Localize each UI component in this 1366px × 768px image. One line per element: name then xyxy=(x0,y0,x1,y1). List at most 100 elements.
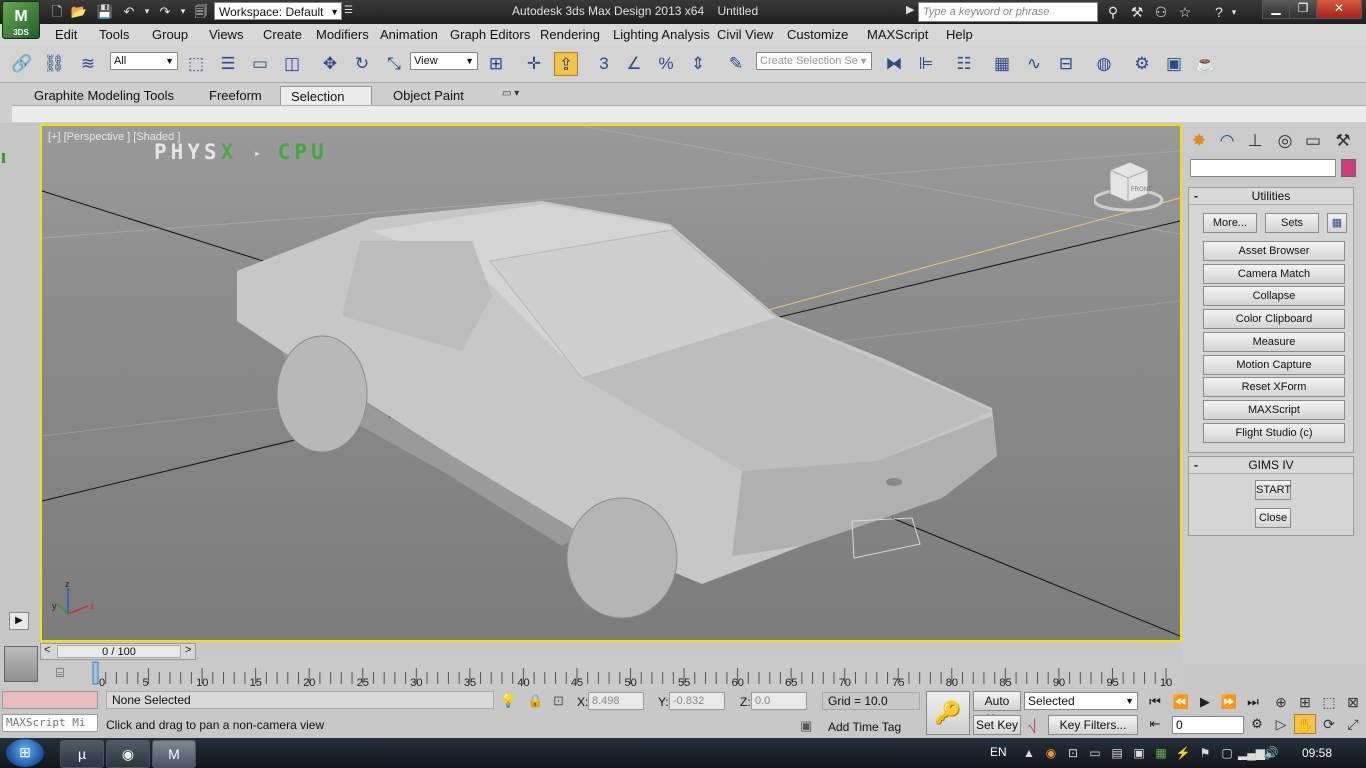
rendered-frame-window-icon[interactable]: ▣ xyxy=(1162,52,1186,76)
y-coord-field[interactable]: -0.832 xyxy=(669,692,725,710)
utilities-tab-icon[interactable]: ⚒ xyxy=(1330,128,1356,154)
select-and-scale-icon[interactable]: ⤡ xyxy=(382,52,406,76)
z-coord-field[interactable]: 0.0 xyxy=(751,692,807,710)
minimize-window-icon[interactable]: ▁ xyxy=(1262,0,1290,19)
select-object-icon[interactable]: ⬚ xyxy=(184,52,208,76)
play-viewport-icon[interactable]: ▶ xyxy=(9,612,29,630)
render-setup-icon[interactable]: ⚙ xyxy=(1130,52,1154,76)
tray-app-icon[interactable]: ◉ xyxy=(1042,744,1060,762)
menu-maxscript[interactable]: MAXScript xyxy=(867,27,928,42)
play-animation-icon[interactable]: ▶ xyxy=(1194,692,1216,712)
menu-edit[interactable]: Edit xyxy=(55,27,77,42)
default-tangent-icon[interactable]: ⎷ xyxy=(1028,718,1036,734)
menu-tools[interactable]: Tools xyxy=(99,27,129,42)
go-to-end-icon[interactable]: ⏭ xyxy=(1242,692,1264,712)
utilities-rollout-header[interactable]: - Utilities xyxy=(1189,188,1353,205)
track-bar[interactable]: ⌸ 0 5 10 15 20 25 30 35 40 45 50 55 60 65 70 75 80 85 90 95… xyxy=(40,660,1182,688)
angle-snap-icon[interactable]: ∠ xyxy=(622,52,646,76)
zoom-extents-all-icon[interactable]: ⊠ xyxy=(1342,692,1364,712)
reset-xform-button[interactable]: Reset XForm xyxy=(1203,377,1345,397)
time-slider-prev-icon[interactable]: < xyxy=(44,644,50,656)
display-tab-icon[interactable]: ▭ xyxy=(1300,128,1326,154)
orbit-icon[interactable]: ⟳ xyxy=(1318,714,1340,734)
edit-named-selection-icon[interactable]: ✎ xyxy=(724,52,748,76)
taskbar-3dsmax-icon[interactable]: M xyxy=(152,740,196,768)
maxscript-button[interactable]: MAXScript xyxy=(1203,400,1345,420)
zoom-icon[interactable]: ⊕ xyxy=(1270,692,1292,712)
selection-lock-icon[interactable]: 🔒 xyxy=(527,693,543,709)
select-and-move-icon[interactable]: ✥ xyxy=(318,52,342,76)
menu-civil-view[interactable]: Civil View xyxy=(717,27,773,42)
search-expand-icon[interactable]: ▶ xyxy=(906,3,914,16)
align-icon[interactable]: ⊫ xyxy=(914,52,938,76)
zoom-all-icon[interactable]: ⊞ xyxy=(1294,692,1316,712)
tab-selection[interactable]: Selection xyxy=(280,86,372,106)
bind-space-warp-icon[interactable]: ≋ xyxy=(76,52,100,76)
set-keys-key-icon[interactable]: 🔑 xyxy=(926,691,970,735)
tray-display-icon[interactable]: ▢ xyxy=(1218,744,1236,762)
object-color-swatch[interactable] xyxy=(1341,159,1356,177)
taskbar-torrent-icon[interactable]: µ xyxy=(60,740,104,768)
sets-button[interactable]: Sets xyxy=(1265,213,1319,233)
material-editor-icon[interactable]: ◍ xyxy=(1092,52,1116,76)
tray-expand-icon[interactable]: ▲ xyxy=(1020,744,1038,762)
open-file-icon[interactable]: 📂 xyxy=(70,3,88,20)
snaps-toggle-icon[interactable]: 3 xyxy=(592,52,616,76)
object-name-field[interactable] xyxy=(1190,159,1336,177)
reference-coordinate-dropdown[interactable]: View ▼ xyxy=(410,52,478,70)
tab-graphite-modeling-tools[interactable]: Graphite Modeling Tools xyxy=(24,86,184,105)
quick-access-dropdown-icon[interactable]: ☰ xyxy=(344,2,358,20)
redo-icon[interactable]: ↷ xyxy=(156,3,174,20)
menu-rendering[interactable]: Rendering xyxy=(540,27,600,42)
menu-modifiers[interactable]: Modifiers xyxy=(316,27,369,42)
rectangular-selection-icon[interactable]: ▭ xyxy=(248,52,272,76)
start-button[interactable]: START xyxy=(1255,480,1291,500)
menu-group[interactable]: Group xyxy=(152,27,188,42)
zoom-extents-icon[interactable]: ⬚ xyxy=(1318,692,1340,712)
menu-create[interactable]: Create xyxy=(263,27,302,42)
previous-frame-icon[interactable]: ⏪ xyxy=(1170,692,1192,712)
graphite-toggle-icon[interactable]: ▦ xyxy=(990,52,1014,76)
subscription-icon[interactable]: ⚇ xyxy=(1150,3,1172,21)
pivot-center-icon[interactable]: ⊞ xyxy=(484,52,508,76)
redo-dropdown-icon[interactable]: ▾ xyxy=(174,3,192,20)
binoculars-icon[interactable]: ⚲ xyxy=(1102,3,1124,21)
input-language[interactable]: EN xyxy=(990,745,1007,759)
maximize-window-icon[interactable]: ❐ xyxy=(1289,0,1317,19)
close-button[interactable]: Close xyxy=(1255,508,1291,528)
help-icon[interactable]: ? xyxy=(1208,3,1230,21)
ribbon-options-icon[interactable]: ▭ ▾ xyxy=(502,88,519,99)
configure-button-sets-icon[interactable]: ▦ xyxy=(1327,213,1347,233)
favorites-star-icon[interactable]: ☆ xyxy=(1174,3,1196,21)
save-file-icon[interactable]: 💾 xyxy=(96,3,114,20)
tray-nvidia-icon[interactable]: ▦ xyxy=(1152,744,1170,762)
pan-view-hand-icon[interactable]: ✋ xyxy=(1294,714,1316,734)
communication-center-icon[interactable]: ⚒ xyxy=(1126,3,1148,21)
tray-network-app-icon[interactable]: ⊡ xyxy=(1064,744,1082,762)
layer-manager-icon[interactable]: ☷ xyxy=(952,52,976,76)
add-time-tag-button[interactable]: Add Time Tag xyxy=(822,718,920,736)
color-clipboard-button[interactable]: Color Clipboard xyxy=(1203,309,1345,329)
search-input[interactable]: Type a keyword or phrase xyxy=(918,2,1098,22)
menu-views[interactable]: Views xyxy=(209,27,243,42)
time-tag-icon[interactable]: ▣ xyxy=(800,718,812,734)
field-of-view-icon[interactable]: ▷ xyxy=(1270,714,1292,734)
window-crossing-icon[interactable]: ◫ xyxy=(280,52,304,76)
isolate-selection-icon[interactable]: 💡 xyxy=(500,693,516,709)
perspective-viewport[interactable]: [+] [Perspective ] [Shaded ] PHYSX ▸ CPU… xyxy=(40,124,1182,642)
modify-tab-icon[interactable]: ◠ xyxy=(1214,128,1240,154)
tray-signal-icon[interactable]: ▂▄▆ xyxy=(1238,744,1265,762)
next-frame-icon[interactable]: ⏩ xyxy=(1218,692,1240,712)
keyboard-shortcut-override-icon[interactable]: ⇪ xyxy=(554,52,578,76)
viewcube[interactable]: FRONT xyxy=(1092,158,1166,216)
tab-freeform[interactable]: Freeform xyxy=(199,86,272,105)
tray-monitor-icon[interactable]: ▭ xyxy=(1086,744,1104,762)
tray-flag-icon[interactable]: ⚑ xyxy=(1196,744,1214,762)
go-to-start-icon[interactable]: ⏮ xyxy=(1144,692,1166,712)
time-slider-next-icon[interactable]: > xyxy=(185,644,191,656)
mini-curve-editor-icon[interactable]: ⌸ xyxy=(40,665,80,685)
set-key-button[interactable]: Set Key xyxy=(973,715,1021,735)
maximize-viewport-toggle-icon[interactable]: ⤢ xyxy=(1342,714,1364,734)
menu-graph-editors[interactable]: Graph Editors xyxy=(450,27,530,42)
collapse-button[interactable]: Collapse xyxy=(1203,286,1345,306)
